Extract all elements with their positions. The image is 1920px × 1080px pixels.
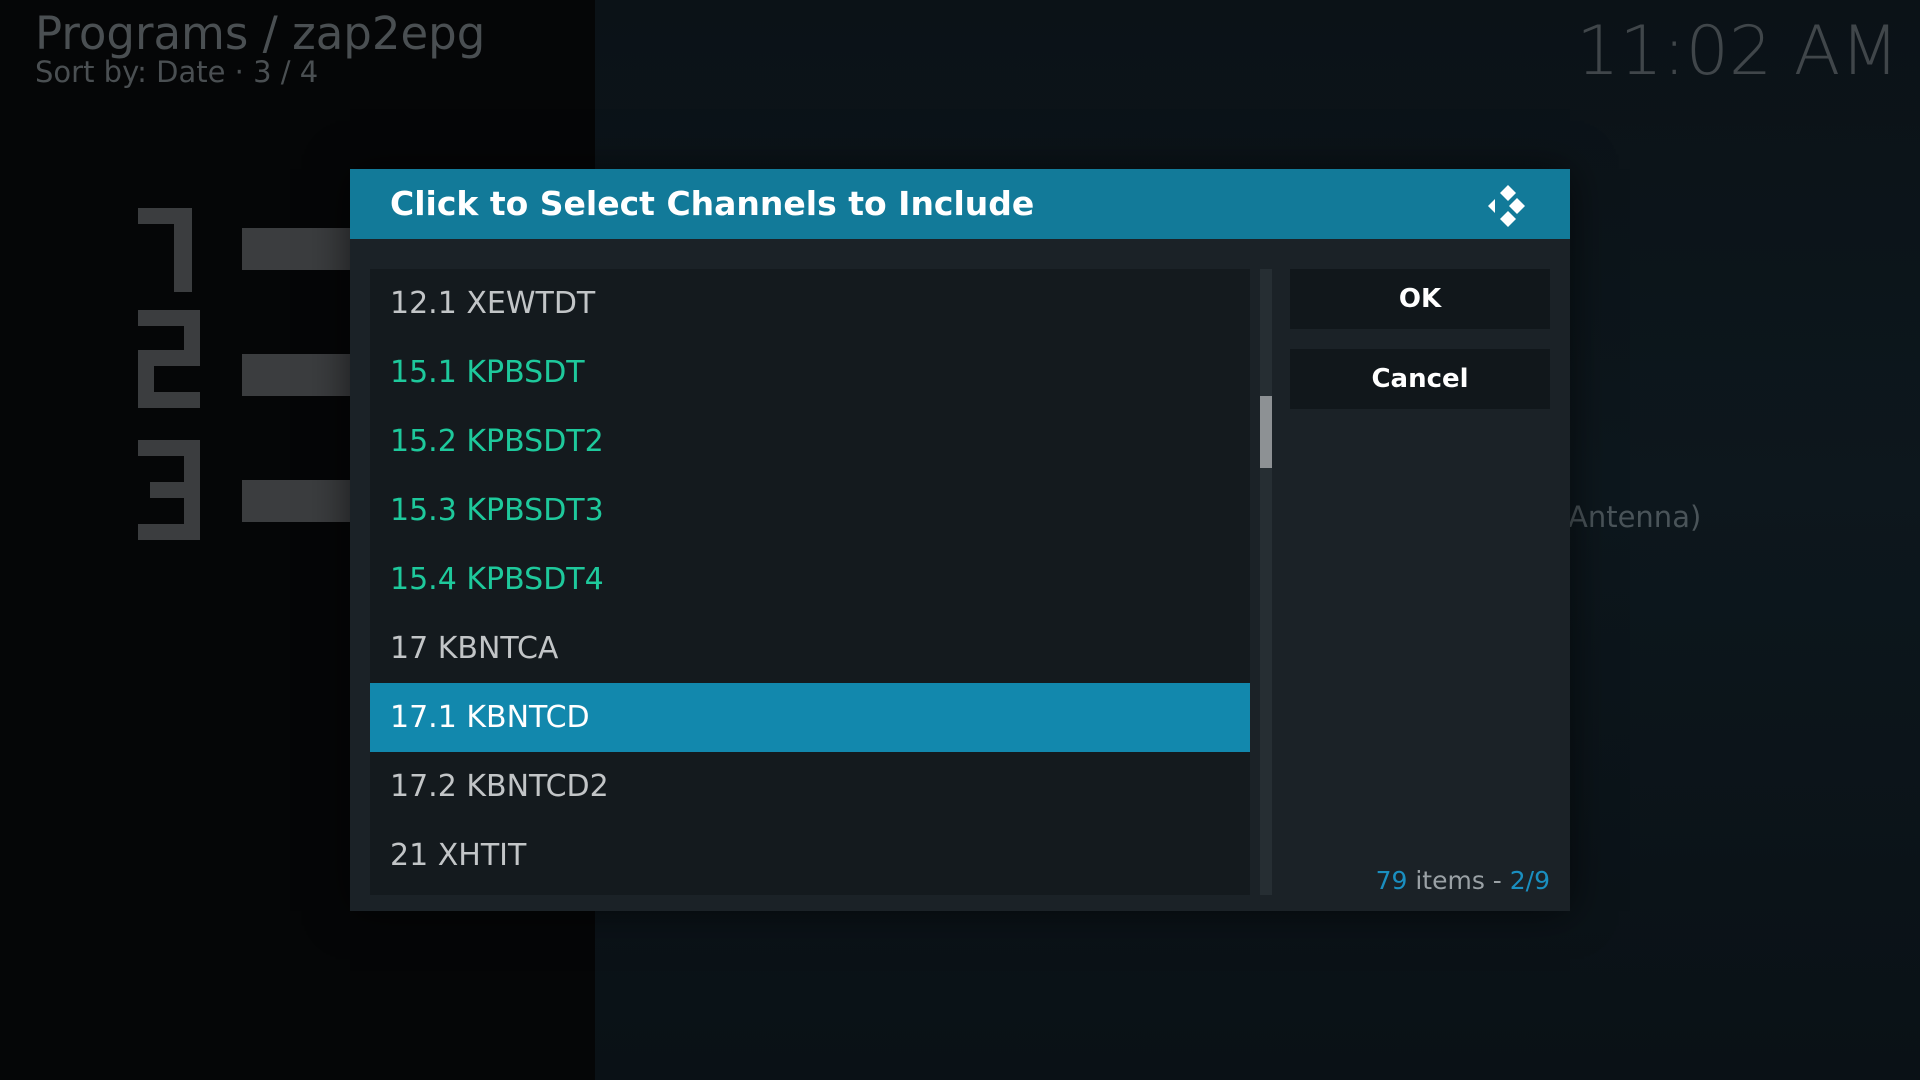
list-item-focused[interactable]: 17.1 KBNTCD — [370, 683, 1250, 752]
list-item[interactable]: 17 KBNTCA — [370, 614, 1250, 683]
background-bar — [242, 228, 352, 270]
item-count-number: 79 — [1375, 866, 1408, 895]
sort-info: Sort by: Date · 3 / 4 — [35, 55, 319, 89]
kodi-logo-icon — [1488, 185, 1525, 227]
background-bar — [242, 354, 352, 396]
background-bar — [242, 480, 352, 522]
list-item[interactable]: 15.3 KPBSDT3 — [370, 476, 1250, 545]
list-item[interactable]: 15.2 KPBSDT2 — [370, 407, 1250, 476]
list-item[interactable]: 17.2 KBNTCD2 — [370, 752, 1250, 821]
item-count: 79 items - 2/9 — [1376, 866, 1550, 895]
select-channels-dialog: Click to Select Channels to Include 12.1… — [350, 169, 1570, 911]
cancel-button[interactable]: Cancel — [1290, 349, 1550, 409]
clock: 11:02 AM — [1576, 12, 1899, 91]
list-scrollbar[interactable] — [1260, 269, 1272, 895]
scrollbar-thumb[interactable] — [1260, 396, 1272, 468]
dialog-header: Click to Select Channels to Include — [350, 169, 1570, 239]
page-indicator: 2/9 — [1509, 866, 1550, 895]
background-list-logo-icon — [138, 208, 200, 540]
background-label: Antenna) — [1568, 500, 1702, 534]
list-item[interactable]: 12.1 XEWTDT — [370, 269, 1250, 338]
list-item[interactable]: 21 XHTIT — [370, 821, 1250, 890]
item-count-label: items - — [1407, 866, 1510, 895]
dialog-title: Click to Select Channels to Include — [390, 184, 1035, 223]
list-item[interactable]: 15.1 KPBSDT — [370, 338, 1250, 407]
ok-button[interactable]: OK — [1290, 269, 1550, 329]
channel-list[interactable]: 12.1 XEWTDT 15.1 KPBSDT 15.2 KPBSDT2 15.… — [370, 269, 1250, 895]
list-item[interactable]: 15.4 KPBSDT4 — [370, 545, 1250, 614]
